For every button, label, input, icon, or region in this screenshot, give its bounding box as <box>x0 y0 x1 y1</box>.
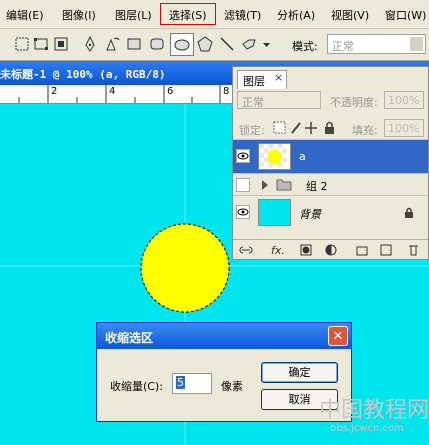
shrink-amount-label: 收缩量(C): <box>110 380 163 393</box>
visibility-toggle[interactable] <box>236 149 250 163</box>
watermark-text: 中国教程网 <box>319 398 429 423</box>
dialog-title-bar[interactable]: 收缩选区 ✕ <box>97 323 351 349</box>
close-icon[interactable]: × <box>274 71 283 84</box>
visibility-toggle[interactable] <box>236 205 250 219</box>
path-icon[interactable] <box>33 36 49 52</box>
dialog-title: 收缩选区 <box>105 331 154 345</box>
fill-input[interactable]: 100% <box>384 119 424 137</box>
menu-view[interactable]: 视图(V) <box>331 7 369 23</box>
expand-triangle-icon[interactable] <box>260 179 270 191</box>
fill-label: 填充: <box>352 124 378 137</box>
layer-footer-icons[interactable]: fx. <box>233 242 428 258</box>
menu-image[interactable]: 图像(I) <box>62 7 96 23</box>
close-icon[interactable]: ✕ <box>328 326 348 346</box>
tab-layers-label: 图层 <box>243 75 265 88</box>
rounded-rectangle-icon[interactable] <box>149 36 165 52</box>
shrink-amount-value: 5 <box>176 376 185 389</box>
menu-filter[interactable]: 滤镜(T) <box>224 7 261 23</box>
contract-selection-dialog: 收缩选区 ✕ 收缩量(C): 5 像素 确定 取消 <box>96 322 352 422</box>
ok-button[interactable]: 确定 <box>261 362 338 383</box>
menu-analysis[interactable]: 分析(A) <box>277 7 315 23</box>
layer-thumbnail <box>258 143 291 170</box>
layers-panel-footer: fx. <box>233 239 428 260</box>
eye-icon <box>237 152 249 160</box>
marching-ants-selection <box>140 223 230 313</box>
lock-label: 锁定: <box>239 124 265 137</box>
line-icon[interactable] <box>219 36 235 52</box>
layer-name: 背景 <box>299 208 321 221</box>
menu-edit[interactable]: 编辑(E) <box>6 7 44 23</box>
layer-thumbnail <box>258 199 291 226</box>
lock-icons[interactable] <box>273 121 339 135</box>
blend-mode-value: 正常 <box>242 96 264 109</box>
opacity-label: 不透明度: <box>330 96 378 109</box>
layer-name: 组 2 <box>306 180 328 193</box>
menu-select[interactable]: 选择(S) <box>169 7 207 23</box>
blend-mode-select[interactable]: 正常 <box>237 91 321 109</box>
visibility-toggle[interactable] <box>236 178 250 192</box>
ruler-mark: 4 <box>109 86 116 97</box>
mode-value: 正常 <box>332 40 354 53</box>
unit-label: 像素 <box>221 380 243 393</box>
freeform-pen-icon[interactable] <box>104 36 120 52</box>
opacity-input[interactable]: 100% <box>384 91 424 109</box>
layer-row-a[interactable]: a <box>233 139 428 174</box>
mode-label: 模式: <box>292 40 318 53</box>
document-title: 未标题-1 @ 100% (a, RGB/8) <box>0 68 166 81</box>
menu-window[interactable]: 窗口(W) <box>385 7 426 23</box>
fill-pixels-icon[interactable] <box>53 36 69 52</box>
chevron-down-icon <box>410 37 423 51</box>
layers-panel: 图层 × 正常 不透明度: 100% 锁定: 填充: 100% a 组 2 背景… <box>232 66 429 260</box>
layer-name: a <box>299 150 306 163</box>
tab-layers[interactable]: 图层 × <box>237 70 287 89</box>
watermark-url: bbs.jcwcn.com <box>330 423 404 434</box>
ruler-mark: 6 <box>167 86 174 97</box>
shrink-amount-input[interactable]: 5 <box>172 373 212 394</box>
menu-layer[interactable]: 图层(L) <box>115 7 152 23</box>
polygon-icon[interactable] <box>197 36 213 52</box>
eye-icon <box>237 208 249 216</box>
custom-shape-icon[interactable] <box>241 36 257 52</box>
mode-select[interactable]: 正常 <box>327 34 426 54</box>
svg-text:fx.: fx. <box>271 244 285 257</box>
pen-icon[interactable] <box>82 36 98 52</box>
ruler-mark: 8 <box>223 86 230 97</box>
chevron-down-icon[interactable] <box>262 36 271 52</box>
marquee-icon[interactable] <box>14 36 30 52</box>
menu-bar: 编辑(E) 图像(I) 图层(L) 选择(S) 滤镜(T) 分析(A) 视图(V… <box>0 0 429 29</box>
folder-icon <box>276 179 292 191</box>
ellipse-tool-selected[interactable] <box>170 33 194 56</box>
layer-row-background[interactable]: 背景 <box>233 195 428 230</box>
rectangle-icon[interactable] <box>126 36 142 52</box>
tool-options-bar: 模式: 正常 <box>0 29 429 61</box>
ellipse-icon <box>174 39 190 51</box>
lock-icon <box>405 207 413 218</box>
layer-row-group2[interactable]: 组 2 <box>233 173 428 196</box>
ruler-mark: 2 <box>51 86 58 97</box>
